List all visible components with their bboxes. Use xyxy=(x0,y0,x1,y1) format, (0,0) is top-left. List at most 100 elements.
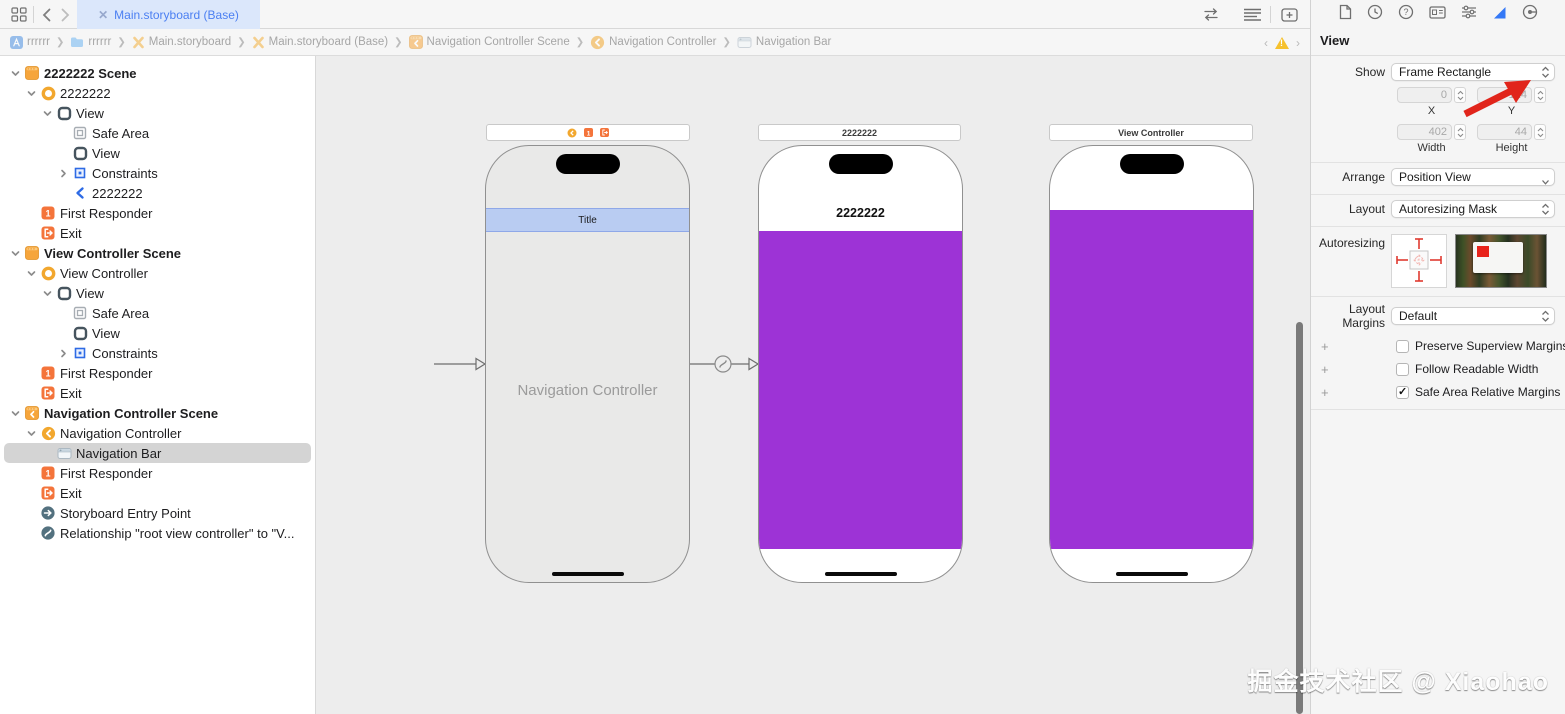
phone-2222222[interactable]: 2222222 xyxy=(758,145,963,583)
chevron-down-icon[interactable] xyxy=(8,69,23,78)
outline-row[interactable]: Storyboard Entry Point xyxy=(4,503,311,523)
tab-main-storyboard[interactable]: ✕ Main.storyboard (Base) xyxy=(77,0,260,29)
outline-row[interactable]: Constraints xyxy=(4,163,311,183)
outline-row[interactable]: Navigation Bar xyxy=(4,443,311,463)
arrange-dropdown[interactable]: Position View xyxy=(1391,168,1555,186)
outline-row[interactable]: 2222222 Scene xyxy=(4,63,311,83)
chevron-down-icon[interactable] xyxy=(40,289,55,298)
forward-chevron-icon[interactable] xyxy=(57,0,73,29)
toolbar-divider xyxy=(1270,6,1271,23)
outline-row[interactable]: 1First Responder xyxy=(4,203,311,223)
show-dropdown[interactable]: Frame Rectangle xyxy=(1391,63,1555,81)
issue-next-icon[interactable]: › xyxy=(1296,36,1300,50)
chevron-down-icon[interactable] xyxy=(8,409,23,418)
code-review-icon[interactable] xyxy=(1200,0,1222,29)
y-field[interactable] xyxy=(1477,87,1532,103)
autoresizing-mask-control[interactable] xyxy=(1391,234,1447,288)
relationship-segue-arrow[interactable] xyxy=(690,354,759,374)
checkbox[interactable] xyxy=(1396,386,1409,399)
layout-margins-dropdown[interactable]: Default xyxy=(1391,307,1555,325)
identity-inspector-icon[interactable] xyxy=(1429,6,1446,24)
navigation-bar-selected[interactable]: Title xyxy=(486,208,689,232)
width-stepper[interactable] xyxy=(1454,124,1466,140)
y-stepper[interactable] xyxy=(1534,87,1546,103)
outline-row[interactable]: Constraints xyxy=(4,343,311,363)
file-inspector-icon[interactable] xyxy=(1339,4,1352,25)
x-field[interactable] xyxy=(1397,87,1452,103)
layout-value: Autoresizing Mask xyxy=(1399,202,1497,216)
outline-row[interactable]: View xyxy=(4,143,311,163)
checkbox[interactable] xyxy=(1396,340,1409,353)
back-chevron-icon[interactable] xyxy=(38,0,54,29)
add-editor-icon[interactable] xyxy=(1277,0,1301,29)
outline-row[interactable]: Exit xyxy=(4,383,311,403)
width-field[interactable] xyxy=(1397,124,1452,140)
outline-row[interactable]: Navigation Controller Scene xyxy=(4,403,311,423)
purple-view[interactable] xyxy=(1050,210,1253,549)
vertical-scrollbar[interactable] xyxy=(1296,322,1303,714)
height-stepper[interactable] xyxy=(1534,124,1546,140)
storyboard-canvas[interactable]: 1 Title Navigation Controller 2222222 22… xyxy=(316,56,1310,714)
breadcrumb-item[interactable]: Navigation Controller xyxy=(590,35,716,50)
outline-row[interactable]: Navigation Controller xyxy=(4,423,311,443)
outline-row[interactable]: Relationship "root view controller" to "… xyxy=(4,523,311,543)
breadcrumb-item[interactable]: Navigation Controller Scene xyxy=(409,35,570,49)
breadcrumb-item[interactable]: rrrrrr xyxy=(10,36,50,49)
outline-row[interactable]: View xyxy=(4,103,311,123)
size-inspector-icon-selected[interactable] xyxy=(1492,5,1507,25)
help-inspector-icon[interactable]: ? xyxy=(1398,4,1414,25)
outline-row[interactable]: 2222222 xyxy=(4,183,311,203)
chevron-down-icon[interactable] xyxy=(24,269,39,278)
outline-row[interactable]: View Controller Scene xyxy=(4,243,311,263)
navbar-icon xyxy=(55,447,73,460)
issue-prev-icon[interactable]: ‹ xyxy=(1264,36,1268,50)
breadcrumb-item[interactable]: rrrrrr xyxy=(70,36,111,48)
adjust-editor-icon[interactable] xyxy=(1240,0,1264,29)
height-field[interactable] xyxy=(1477,124,1532,140)
outline-row[interactable]: 2222222 xyxy=(4,83,311,103)
exit-icon xyxy=(39,486,57,500)
scene-dock-view-controller[interactable]: View Controller xyxy=(1049,124,1253,141)
storyboard-icon xyxy=(132,36,145,49)
connections-inspector-icon[interactable] xyxy=(1522,4,1538,25)
outline-row-label: First Responder xyxy=(60,366,152,381)
layout-margins-value: Default xyxy=(1399,309,1437,323)
constraints-icon xyxy=(71,166,89,180)
checkbox[interactable] xyxy=(1396,363,1409,376)
scene-dock-2222222[interactable]: 2222222 xyxy=(758,124,961,141)
purple-view[interactable] xyxy=(759,231,962,549)
outline-row[interactable]: Exit xyxy=(4,483,311,503)
outline-row[interactable]: View Controller xyxy=(4,263,311,283)
view-icon xyxy=(55,286,73,301)
history-inspector-icon[interactable] xyxy=(1367,4,1383,25)
outline-row[interactable]: View xyxy=(4,323,311,343)
breadcrumb-item[interactable]: Main.storyboard (Base) xyxy=(252,36,389,49)
breadcrumb-item[interactable]: Main.storyboard xyxy=(132,36,231,49)
outline-row[interactable]: 1First Responder xyxy=(4,363,311,383)
chevron-down-icon[interactable] xyxy=(8,249,23,258)
attributes-inspector-icon[interactable] xyxy=(1461,5,1477,24)
chevron-right-icon[interactable] xyxy=(56,169,71,178)
outline-row[interactable]: View xyxy=(4,283,311,303)
chevron-down-icon[interactable] xyxy=(24,89,39,98)
plus-icon[interactable]: + xyxy=(1321,362,1329,377)
scene-dock-navigation-controller[interactable]: 1 xyxy=(486,124,690,141)
outline-row[interactable]: Safe Area xyxy=(4,123,311,143)
chevron-right-icon[interactable] xyxy=(56,349,71,358)
editor-grid-icon[interactable] xyxy=(8,0,30,29)
layout-dropdown[interactable]: Autoresizing Mask xyxy=(1391,200,1555,218)
breadcrumb-item[interactable]: Navigation Bar xyxy=(737,36,831,49)
plus-icon[interactable]: + xyxy=(1321,385,1329,400)
outline-row[interactable]: Safe Area xyxy=(4,303,311,323)
phone-view-controller[interactable] xyxy=(1049,145,1254,583)
close-icon[interactable]: ✕ xyxy=(98,8,108,22)
chevron-down-icon[interactable] xyxy=(40,109,55,118)
chevron-down-icon[interactable] xyxy=(24,429,39,438)
phone-navigation-controller[interactable]: Title Navigation Controller xyxy=(485,145,690,583)
outline-row[interactable]: Exit xyxy=(4,223,311,243)
warning-icon[interactable] xyxy=(1275,37,1289,49)
updown-chevron-icon xyxy=(1541,310,1550,326)
plus-icon[interactable]: + xyxy=(1321,339,1329,354)
x-stepper[interactable] xyxy=(1454,87,1466,103)
outline-row[interactable]: 1First Responder xyxy=(4,463,311,483)
